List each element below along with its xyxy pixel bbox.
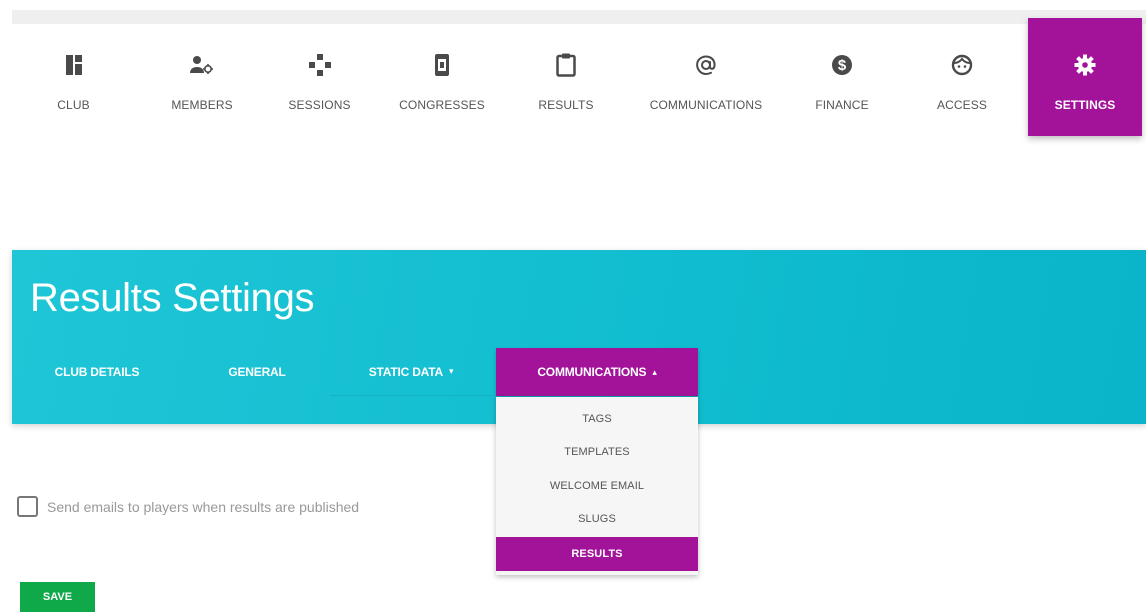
nav-item-members[interactable]: MEMBERS — [147, 18, 257, 136]
nav-item-congresses[interactable]: CONGRESSES — [387, 18, 497, 136]
send-emails-option: Send emails to players when results are … — [17, 496, 359, 517]
nav-item-communications[interactable]: COMMUNICATIONS — [632, 18, 780, 136]
nav-item-results[interactable]: RESULTS — [512, 18, 620, 136]
nav-item-label: CLUB — [57, 98, 90, 112]
tab-static-data[interactable]: STATIC DATA ▾ — [330, 348, 492, 396]
tab-communications[interactable]: COMMUNICATIONS ▴ — [496, 348, 698, 396]
nav-item-label: SETTINGS — [1054, 98, 1116, 112]
nav-item-club[interactable]: CLUB — [12, 18, 135, 136]
nav-item-label: CONGRESSES — [399, 98, 485, 112]
dollar-icon: $ — [829, 52, 855, 78]
results-icon — [553, 52, 579, 78]
nav-item-label: ACCESS — [937, 98, 987, 112]
tab-label: CLUB DETAILS — [54, 365, 140, 379]
nav-item-access[interactable]: ACCESS — [912, 18, 1012, 136]
members-icon — [189, 52, 215, 78]
nav-item-sessions[interactable]: SESSIONS — [262, 18, 377, 136]
send-emails-label: Send emails to players when results are … — [47, 498, 360, 515]
menu-item-slugs[interactable]: SLUGS — [496, 502, 698, 535]
menu-item-results[interactable]: RESULTS — [496, 537, 698, 571]
nav-item-settings[interactable]: SETTINGS — [1028, 18, 1142, 136]
svg-text:$: $ — [838, 57, 847, 74]
nav-item-label: SESSIONS — [288, 98, 351, 112]
menu-item-welcome-email[interactable]: WELCOME EMAIL — [496, 469, 698, 502]
menu-item-tags[interactable]: TAGS — [496, 402, 698, 435]
club-icon — [61, 52, 87, 78]
communications-dropdown-menu: TAGS TEMPLATES WELCOME EMAIL SLUGS RESUL… — [496, 397, 698, 575]
page-title: Results Settings — [30, 276, 315, 320]
nav-item-label: RESULTS — [538, 98, 594, 112]
face-icon — [949, 52, 975, 78]
chevron-up-icon: ▴ — [652, 366, 657, 377]
nav-item-label: COMMUNICATIONS — [649, 98, 763, 112]
tab-label: STATIC DATA — [368, 364, 443, 379]
send-emails-checkbox[interactable] — [17, 496, 38, 517]
tab-club-details[interactable]: CLUB DETAILS — [42, 348, 152, 396]
at-icon — [693, 52, 719, 78]
main-nav: CLUB MEMBERS SESSIONS CONGRESSES RESULTS… — [12, 18, 1146, 136]
chevron-down-icon: ▾ — [448, 366, 454, 376]
save-button[interactable]: SAVE — [20, 582, 95, 612]
sessions-icon — [307, 52, 333, 78]
tab-general[interactable]: GENERAL — [202, 348, 312, 396]
nav-item-label: MEMBERS — [171, 98, 233, 112]
nav-item-label: FINANCE — [815, 98, 869, 112]
tab-label: GENERAL — [228, 365, 286, 379]
menu-item-templates[interactable]: TEMPLATES — [496, 435, 698, 468]
congresses-icon — [429, 52, 455, 78]
nav-item-finance[interactable]: $ FINANCE — [792, 18, 892, 136]
gear-icon — [1072, 52, 1098, 78]
tab-label: COMMUNICATIONS — [537, 365, 647, 379]
